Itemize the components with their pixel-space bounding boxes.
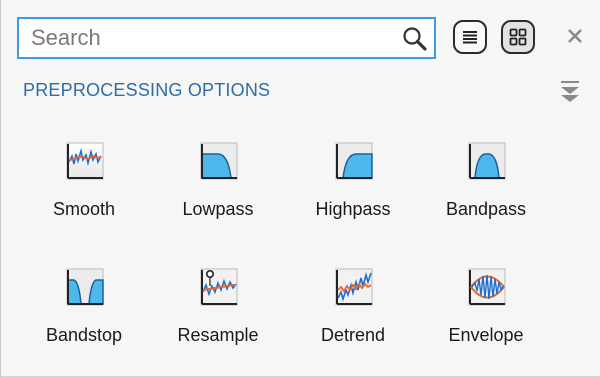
grid-view-button[interactable] xyxy=(501,20,535,54)
section-title: PREPROCESSING OPTIONS xyxy=(23,80,271,100)
option-label: Bandstop xyxy=(45,325,123,345)
option-detrend[interactable]: Detrend xyxy=(293,268,413,368)
option-bandstop[interactable]: Bandstop xyxy=(24,268,144,368)
option-label: Detrend xyxy=(320,325,386,345)
option-label: Envelope xyxy=(448,325,524,345)
grid-view-icon xyxy=(509,28,527,46)
option-highpass[interactable]: Highpass xyxy=(293,142,413,242)
close-icon[interactable] xyxy=(564,25,586,47)
option-smooth[interactable]: Smooth xyxy=(24,142,144,242)
option-label: Lowpass xyxy=(182,199,254,219)
lowpass-icon xyxy=(200,142,238,180)
smooth-icon xyxy=(66,142,104,180)
option-lowpass[interactable]: Lowpass xyxy=(158,142,278,242)
list-view-button[interactable] xyxy=(453,20,487,54)
detrend-icon xyxy=(335,268,373,306)
option-label: Highpass xyxy=(315,199,391,219)
search-box xyxy=(17,17,436,59)
option-resample[interactable]: Resample xyxy=(158,268,278,368)
option-label: Resample xyxy=(177,325,259,345)
envelope-icon xyxy=(468,268,506,306)
preprocessing-panel: PREPROCESSING OPTIONS Smooth Lowpass xyxy=(0,0,600,377)
search-icon[interactable] xyxy=(402,26,428,52)
search-input[interactable] xyxy=(19,19,399,57)
bandpass-icon xyxy=(468,142,506,180)
collapse-icon[interactable] xyxy=(558,79,582,105)
list-view-icon xyxy=(463,31,477,44)
option-label: Smooth xyxy=(52,199,116,219)
highpass-icon xyxy=(335,142,373,180)
option-envelope[interactable]: Envelope xyxy=(426,268,546,368)
bandstop-icon xyxy=(66,268,104,306)
resample-icon xyxy=(200,268,238,306)
option-label: Bandpass xyxy=(445,199,527,219)
option-bandpass[interactable]: Bandpass xyxy=(426,142,546,242)
